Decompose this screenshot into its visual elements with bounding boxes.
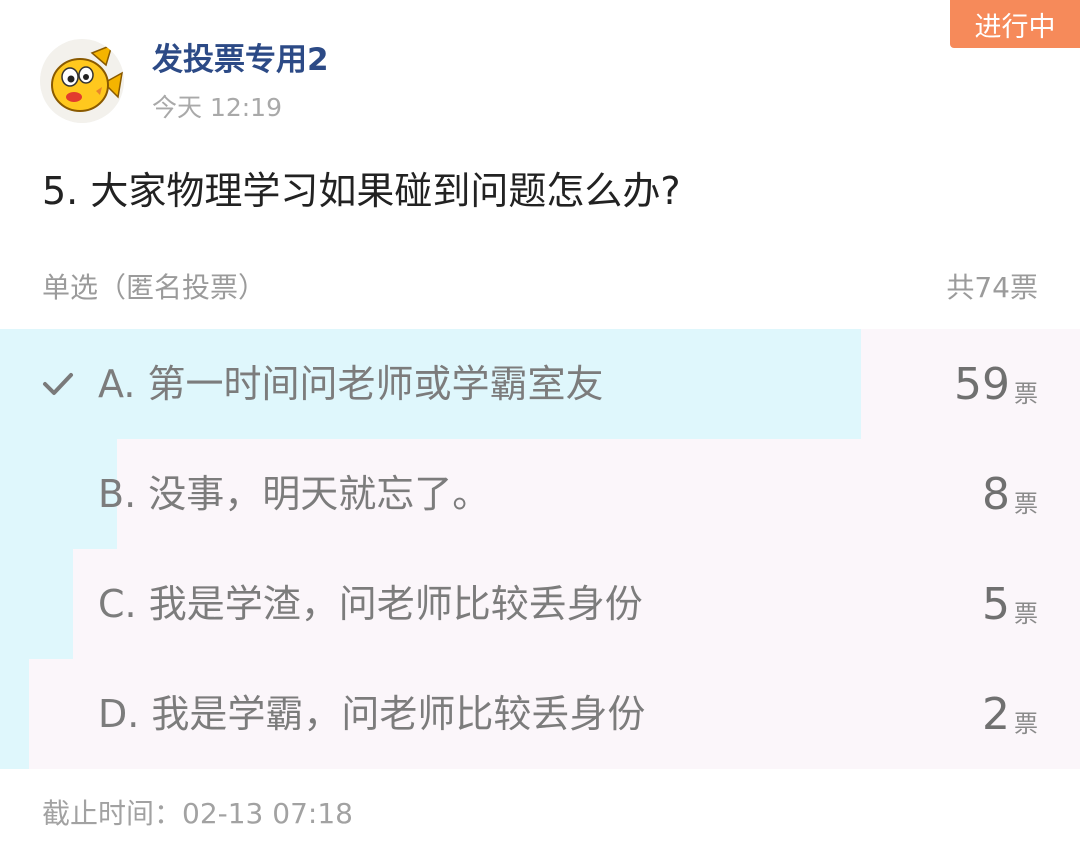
option-d-result-bar — [0, 659, 30, 769]
vote-type-label: 单选（匿名投票） — [42, 271, 267, 304]
fish-avatar-icon — [40, 39, 124, 123]
vote-total: 共74票 — [946, 271, 1038, 304]
option-a[interactable]: A. 第一时间问老师或学霸室友 59 票 — [0, 329, 1080, 439]
author-name[interactable]: 发投票专用2 — [152, 34, 329, 79]
option-c-count: 5 — [982, 578, 1010, 630]
option-b-votes: 8 票 — [982, 439, 1038, 549]
option-a-label: A. 第一时间问老师或学霸室友 — [98, 362, 604, 406]
option-b[interactable]: B. 没事，明天就忘了。 8 票 — [0, 439, 1080, 549]
option-c-votes: 5 票 — [982, 549, 1038, 659]
vote-card: 进行中 发投票专用2 今天 12:19 5. 大家物理学习如果碰到问题怎么办? … — [0, 0, 1080, 868]
option-d-unit: 票 — [1014, 709, 1038, 738]
status-badge: 进行中 — [950, 0, 1080, 48]
option-d-label: D. 我是学霸，问老师比较丢身份 — [98, 692, 646, 736]
option-a-count: 59 — [954, 358, 1010, 410]
option-list: A. 第一时间问老师或学霸室友 59 票 B. 没事，明天就忘了。 8 票 C.… — [0, 329, 1080, 769]
option-c-label: C. 我是学渣，问老师比较丢身份 — [98, 582, 643, 626]
option-b-count: 8 — [982, 468, 1010, 520]
post-time: 今天 12:19 — [152, 93, 282, 122]
deadline-text: 截止时间：02-13 07:18 — [42, 797, 353, 830]
option-d[interactable]: D. 我是学霸，问老师比较丢身份 2 票 — [0, 659, 1080, 769]
option-c[interactable]: C. 我是学渣，问老师比较丢身份 5 票 — [0, 549, 1080, 659]
option-c-result-bar — [0, 549, 74, 659]
option-c-unit: 票 — [1014, 599, 1038, 628]
option-a-votes: 59 票 — [954, 329, 1038, 439]
avatar[interactable] — [40, 39, 124, 123]
option-b-label: B. 没事，明天就忘了。 — [98, 472, 491, 516]
checkmark-icon — [43, 373, 73, 395]
option-b-unit: 票 — [1014, 489, 1038, 518]
option-a-unit: 票 — [1014, 379, 1038, 408]
question-title: 5. 大家物理学习如果碰到问题怎么办? — [42, 169, 681, 213]
option-d-votes: 2 票 — [982, 659, 1038, 769]
option-d-count: 2 — [982, 688, 1010, 740]
